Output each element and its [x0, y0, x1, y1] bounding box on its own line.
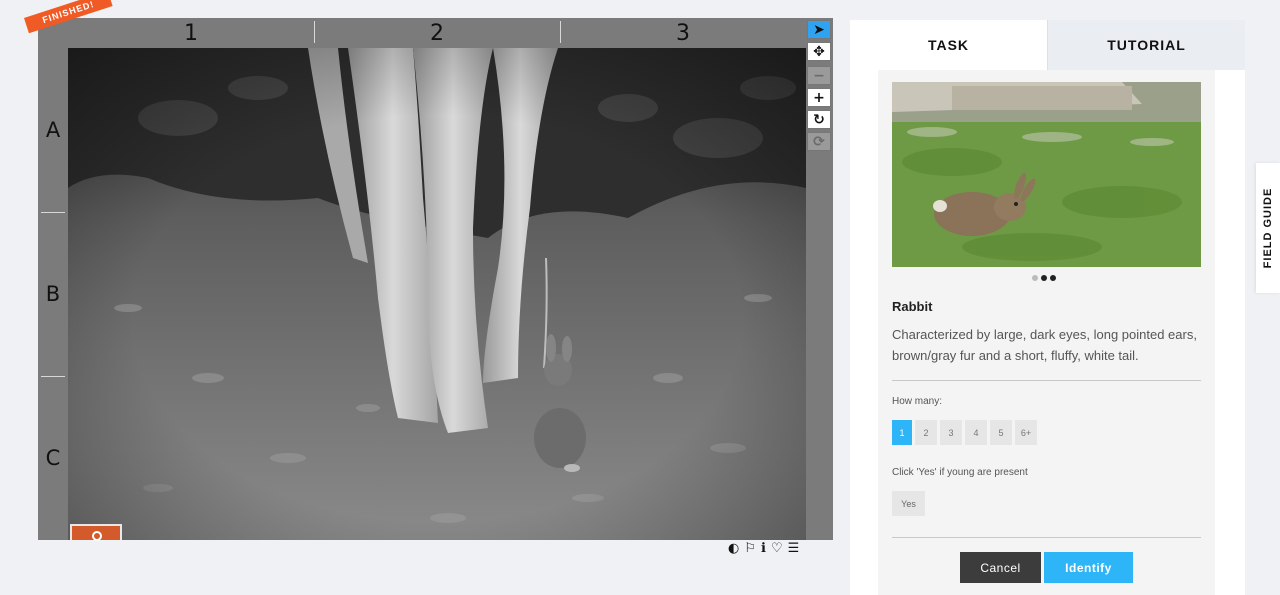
count-option-4[interactable]: 4	[965, 420, 987, 445]
species-description: Characterized by large, dark eyes, long …	[892, 327, 1197, 363]
viewer-toolbar: ➤ ✥ − + ↻ ⟳	[806, 18, 833, 540]
species-detail-card: Rabbit Characterized by large, dark eyes…	[878, 70, 1215, 595]
night-scene-image	[68, 48, 806, 540]
carousel-dot[interactable]	[1032, 275, 1038, 281]
image-viewer[interactable]: 1 2 3 A B C	[38, 18, 806, 541]
row-label: A	[45, 118, 61, 142]
list-icon[interactable]: ☰	[788, 541, 800, 557]
how-many-options: 1 2 3 4 5 6+	[892, 420, 1037, 445]
divider	[892, 380, 1201, 381]
count-option-5[interactable]: 5	[990, 420, 1012, 445]
carousel-dot[interactable]	[1050, 275, 1056, 281]
pointer-tool-icon[interactable]: ➤	[807, 20, 831, 39]
tab-task[interactable]: TASK	[850, 20, 1047, 70]
heart-icon[interactable]: ♡	[771, 541, 783, 557]
flag-icon[interactable]: ⚐	[744, 541, 756, 557]
young-present-label: Click 'Yes' if young are present	[892, 467, 1028, 478]
species-name: Rabbit	[892, 299, 933, 314]
rabbit-example-image	[892, 82, 1201, 267]
panel-tabs: TASK TUTORIAL	[850, 20, 1245, 70]
column-ruler: 1 2 3	[68, 18, 806, 48]
column-label: 1	[184, 21, 198, 46]
count-option-6-plus[interactable]: 6+	[1015, 420, 1037, 445]
rotate-icon[interactable]: ↻	[807, 110, 831, 129]
field-guide-tab[interactable]: FIELD GUIDE	[1256, 163, 1280, 293]
camera-trap-photo[interactable]	[68, 48, 806, 540]
column-label: 2	[314, 18, 560, 48]
row-label: B	[38, 212, 68, 376]
image-action-icons: ◐ ⚐ ℹ ♡ ☰	[728, 540, 799, 558]
zoom-in-icon[interactable]: +	[807, 88, 831, 107]
tab-tutorial[interactable]: TUTORIAL	[1047, 20, 1245, 70]
row-label: C	[38, 376, 68, 540]
task-panel: Rabbit Characterized by large, dark eyes…	[850, 70, 1245, 595]
info-icon[interactable]: ℹ	[761, 541, 766, 557]
count-option-2[interactable]: 2	[915, 420, 937, 445]
pan-tool-icon[interactable]: ✥	[807, 42, 831, 61]
cancel-button[interactable]: Cancel	[960, 552, 1041, 583]
row-ruler: A B C	[38, 48, 68, 540]
contrast-icon[interactable]: ◐	[728, 541, 739, 557]
how-many-label: How many:	[892, 396, 943, 407]
count-option-1[interactable]: 1	[892, 420, 912, 445]
column-label: 3	[560, 18, 806, 48]
carousel-dots	[1032, 275, 1056, 281]
field-guide-label: FIELD GUIDE	[1262, 187, 1274, 269]
carousel-dot[interactable]	[1041, 275, 1047, 281]
count-option-3[interactable]: 3	[940, 420, 962, 445]
species-example-photo[interactable]	[892, 82, 1201, 267]
camera-brand-logo	[70, 524, 122, 541]
zoom-out-icon[interactable]: −	[807, 66, 831, 85]
divider	[892, 537, 1201, 538]
young-yes-button[interactable]: Yes	[892, 491, 925, 516]
identify-button[interactable]: Identify	[1044, 552, 1133, 583]
reset-view-icon[interactable]: ⟳	[807, 132, 831, 151]
